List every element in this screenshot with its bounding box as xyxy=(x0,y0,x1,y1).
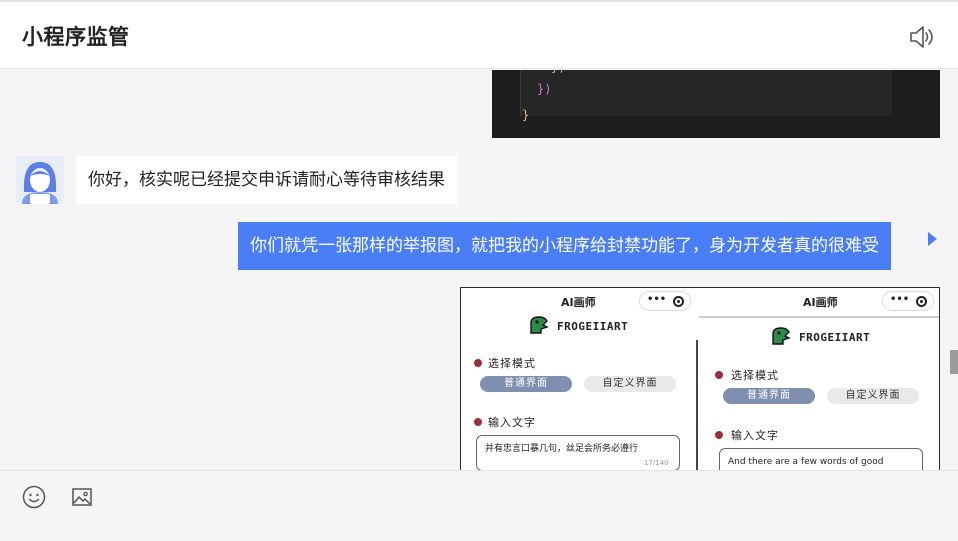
mode-normal-button: 普通界面 xyxy=(723,388,815,404)
message-list[interactable]: }) }) } 你好，核实呢已经提交申诉请耐心等待审核结果 你们就凭一张那样的举… xyxy=(0,70,958,470)
capsule-menu: ••• xyxy=(639,291,691,311)
code-line: }) xyxy=(551,70,565,74)
mini-app-title: AI画师 xyxy=(561,296,596,309)
frog-logo-icon xyxy=(772,327,791,345)
outgoing-message-bubble[interactable]: 你们就凭一张那样的举报图，就把我的小程序给封禁功能了，身为开发者真的很难受 xyxy=(238,222,891,270)
char-counter: 17/140 xyxy=(644,459,669,467)
mode-normal-button: 普通界面 xyxy=(480,376,572,392)
avatar[interactable] xyxy=(16,156,64,204)
code-editor-area: }) }) xyxy=(520,70,892,116)
section-label-mode: 选择模式 xyxy=(731,369,779,382)
frog-logo-icon xyxy=(530,316,549,334)
incoming-message-bubble[interactable]: 你好，核实呢已经提交申诉请耐心等待审核结果 xyxy=(76,156,457,204)
code-line: }) xyxy=(537,82,552,96)
screenshot-pane-english: AI画师 ••• FROGEIIART 选择模式 普通界面 自定义界面 输入文字… xyxy=(699,288,939,470)
app-screenshot-image[interactable]: AI画师 ••• FROGEIIART 选择模式 普通界面 自定义界面 输入文字… xyxy=(460,287,940,470)
pane-divider xyxy=(696,340,698,470)
chat-header: 小程序监管 xyxy=(0,2,958,69)
code-screenshot-image[interactable]: }) }) } xyxy=(492,70,940,138)
section-label-input: 输入文字 xyxy=(731,429,779,442)
brand-name: FROGEIIART xyxy=(799,331,871,344)
capsule-menu: ••• xyxy=(882,291,934,311)
section-bullet-icon xyxy=(474,418,482,426)
more-dots-icon: ••• xyxy=(890,294,910,305)
bubble-tail xyxy=(928,232,937,246)
speaker-icon[interactable] xyxy=(908,24,936,50)
code-line: } xyxy=(522,108,530,122)
image-icon[interactable] xyxy=(69,484,95,510)
mode-custom-button: 自定义界面 xyxy=(584,376,676,392)
scrollbar-thumb[interactable] xyxy=(950,350,958,374)
mini-app-title: AI画师 xyxy=(803,296,838,309)
section-bullet-icon xyxy=(474,359,482,367)
support-agent-icon xyxy=(16,156,64,204)
section-label-mode: 选择模式 xyxy=(488,357,536,370)
section-bullet-icon xyxy=(715,371,723,379)
emoji-icon[interactable] xyxy=(21,484,47,510)
close-circle-icon xyxy=(916,296,927,307)
more-dots-icon: ••• xyxy=(647,294,667,305)
prompt-textbox: And there are a few words of good advice xyxy=(719,448,923,470)
section-bullet-icon xyxy=(715,431,723,439)
close-circle-icon xyxy=(673,296,684,307)
mode-custom-button: 自定义界面 xyxy=(827,388,919,404)
input-toolbar xyxy=(0,470,958,541)
header-separator xyxy=(699,316,939,318)
section-label-input: 输入文字 xyxy=(488,416,536,429)
screenshot-pane-chinese: AI画师 ••• FROGEIIART 选择模式 普通界面 自定义界面 输入文字… xyxy=(461,288,697,470)
brand-name: FROGEIIART xyxy=(557,320,629,333)
page-title: 小程序监管 xyxy=(22,25,130,49)
